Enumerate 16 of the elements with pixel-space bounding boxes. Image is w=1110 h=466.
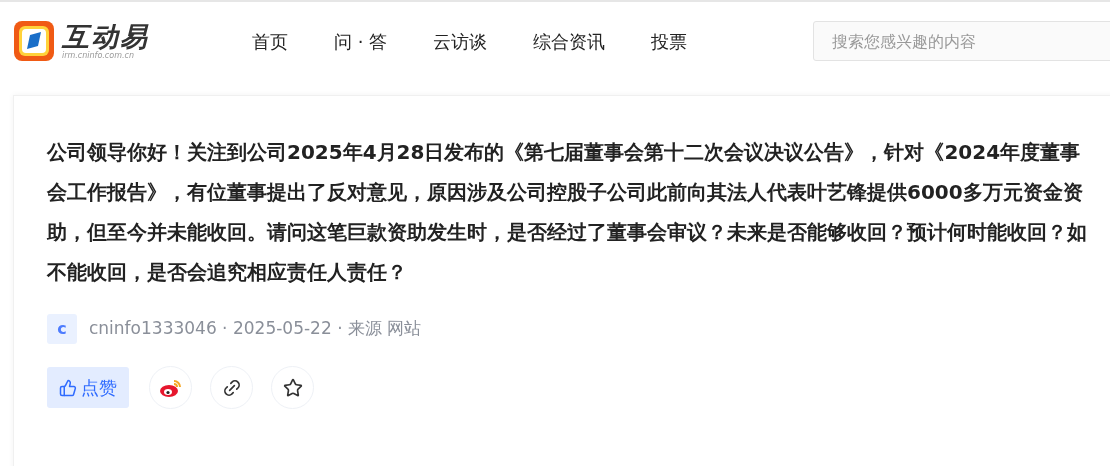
search-field[interactable]: 搜索您感兴趣的内容: [813, 21, 1110, 61]
logo-title: 互动易: [62, 22, 149, 50]
question-text: 公司领导你好！关注到公司2025年4月28日发布的《第七届董事会第十二次会议决议公告》，针对《2024年度董事会工作报告》，有位董事提出了反对意见，原因涉及公司控股子公司此前向其法人代表叶艺锋提供6000多万元资金资助，但至今并未能收回。请问这笔巨款资助发生时，是否经过了董事会审议？未来是否能够收回？预计何时能收回？如不能收回，是否会追究相应责任人责任？: [47, 139, 1087, 286]
logo-subtitle: irm.cninfo.com.cn: [62, 51, 135, 60]
nav-link[interactable]: 首页: [252, 27, 288, 55]
star-icon: [282, 377, 303, 398]
nav-link[interactable]: 云访谈: [433, 27, 488, 55]
like-button[interactable]: 点赞: [47, 367, 129, 408]
question-meta: cninfo1333046 · 2025-05-22 · 来源 网站: [89, 317, 422, 341]
user-avatar: c: [47, 314, 77, 344]
nav-link[interactable]: 综合资讯: [533, 27, 606, 55]
nav-link[interactable]: 问 · 答: [334, 27, 388, 55]
logo-icon: [14, 21, 54, 61]
nav-link[interactable]: 投票: [651, 27, 688, 55]
thumbs-up-icon: [59, 378, 77, 397]
weibo-icon: [158, 377, 183, 398]
